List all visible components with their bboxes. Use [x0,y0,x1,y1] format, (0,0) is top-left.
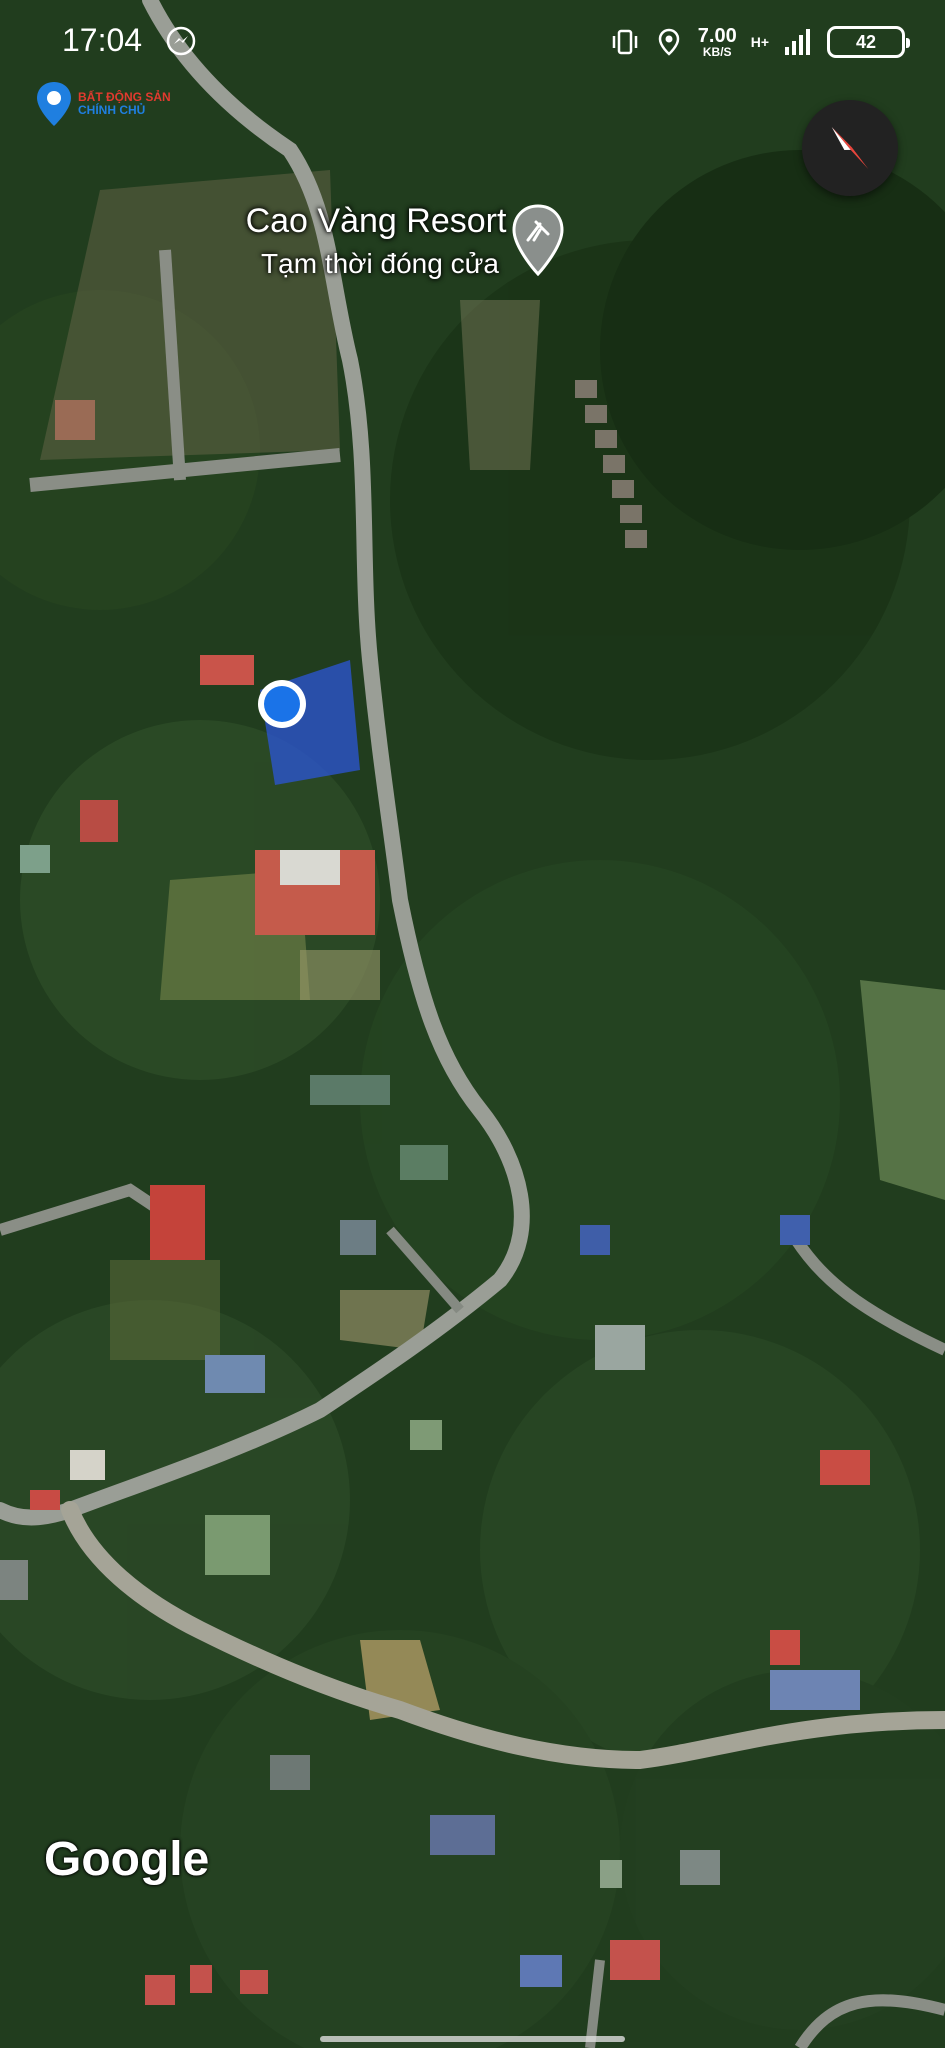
current-location-icon [258,680,306,728]
satellite-map[interactable] [0,0,945,2048]
network-speed-value: 7.00 [697,25,737,47]
network-type: H+ [750,34,769,50]
place-name[interactable]: Cao Vàng Resort [226,202,526,241]
vibrate-icon [612,29,638,55]
signal-icon [785,29,810,55]
map-pin-logo-icon [37,82,71,126]
watermark-line2: CHÍNH CHỦ [78,103,146,117]
compass-button[interactable] [802,100,898,196]
place-status: Tạm thời đóng cửa [261,248,499,279]
status-icons: 7.00 KB/S H+ 42 [610,20,910,64]
status-bar: 17:04 7.00 KB/S H+ 42 [0,0,945,84]
watermark-logo: BẤT ĐỘNG SẢN CHÍNH CHỦ [34,80,171,128]
messenger-icon [166,26,196,56]
network-speed-unit: KB/S [702,45,732,59]
google-attribution: Google [44,1833,210,1886]
home-indicator[interactable] [320,2036,625,2042]
battery-level: 42 [855,31,877,52]
network-speed: 7.00 KB/S [698,26,737,58]
compass-icon [831,126,869,170]
status-time: 17:04 [62,22,143,58]
battery-icon: 42 [827,26,910,58]
hiking-pin-icon[interactable] [510,204,566,276]
location-icon [658,28,680,56]
